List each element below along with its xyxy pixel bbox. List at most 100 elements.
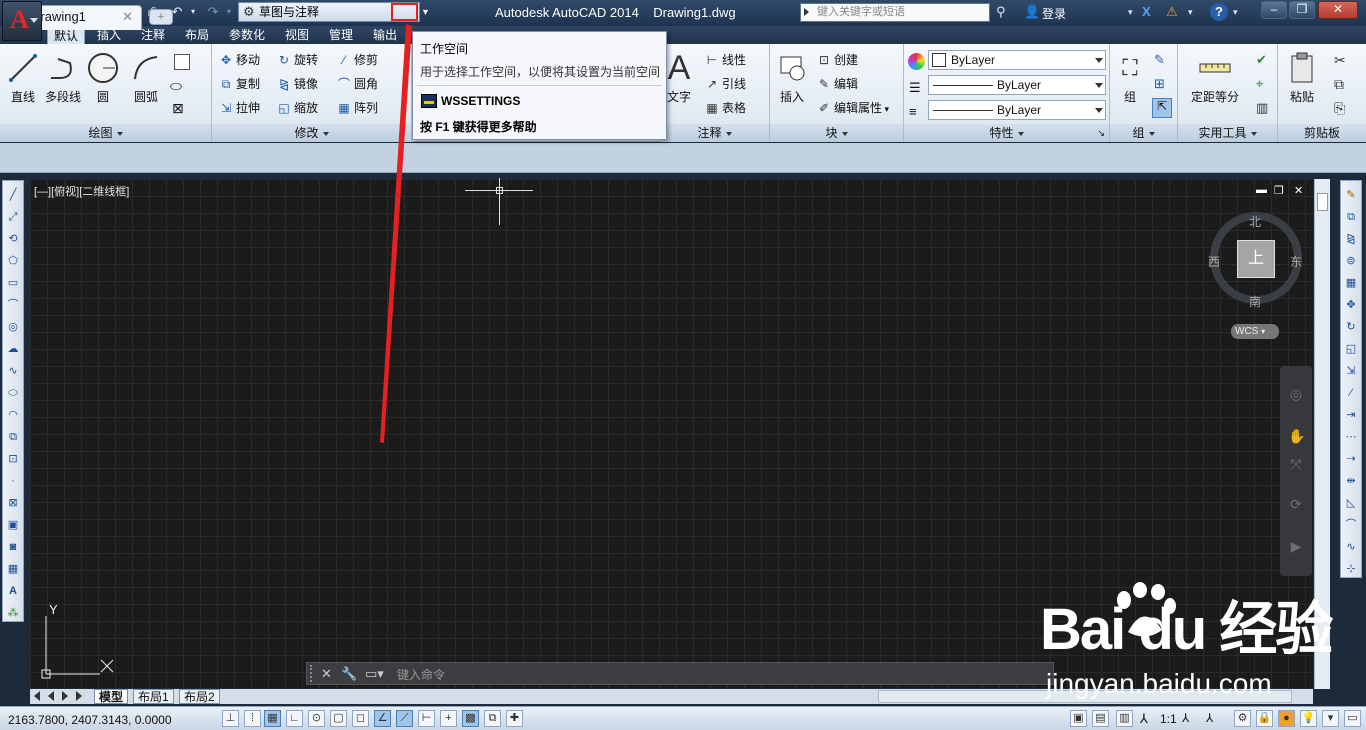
clipboard-panel-title[interactable]: 剪贴板 <box>1278 124 1366 142</box>
quick-properties-icon[interactable]: ⧉ <box>484 710 501 727</box>
text-tool-button[interactable]: A 文字 <box>662 48 696 105</box>
viewport-restore-icon[interactable]: ❐ <box>1274 184 1284 197</box>
make-block-icon[interactable]: ⊡ <box>5 451 21 467</box>
scale-tool[interactable]: ◱ 缩放 <box>276 98 318 118</box>
undo-dropdown-icon[interactable]: ▾ <box>184 4 202 20</box>
color-dropdown[interactable]: ByLayer <box>928 50 1106 70</box>
lineweight-toggle-icon[interactable]: + <box>440 710 457 727</box>
steering-wheel-icon[interactable]: ◎ <box>1288 386 1304 402</box>
exchange-icon[interactable]: X <box>1142 3 1151 21</box>
ellipse-icon[interactable]: ⬭ <box>5 385 21 401</box>
arc-tool-button[interactable]: 圆弧 <box>126 48 166 105</box>
rotate-tool[interactable]: ↻ 旋转 <box>276 50 318 70</box>
quick-access-customize-icon[interactable]: ▼ <box>421 2 433 22</box>
leader-tool[interactable]: ↗ 引线 <box>704 74 746 94</box>
tab-layout[interactable]: 布局 <box>179 27 215 44</box>
arc-icon[interactable]: ⌒ <box>5 297 21 313</box>
viewport-close-icon[interactable]: ✕ <box>1294 184 1303 197</box>
polyline-icon[interactable]: ⟲ <box>5 231 21 247</box>
polygon-icon[interactable]: ⬠ <box>5 253 21 269</box>
polyline-tool-button[interactable]: 多段线 <box>43 48 83 105</box>
tab-layout1[interactable]: 布局1 <box>133 689 174 704</box>
rectangle-icon[interactable] <box>174 54 190 70</box>
spline-icon[interactable]: ∿ <box>5 363 21 379</box>
copy-clip-icon[interactable]: ⧉ <box>1334 76 1344 93</box>
selection-cycling-icon[interactable]: ✚ <box>506 710 523 727</box>
cut-icon[interactable]: ✂ <box>1334 52 1346 69</box>
line-icon[interactable]: ╱ <box>5 187 21 203</box>
erase-icon[interactable]: ✎ <box>1343 187 1359 203</box>
copy-icon[interactable]: ⧉ <box>1343 209 1359 225</box>
status-menu-icon[interactable]: ▾ <box>1322 710 1339 727</box>
tab-output[interactable]: 输出 <box>367 27 403 44</box>
linetype-dropdown[interactable]: ByLayer <box>928 100 1106 120</box>
hatch-icon[interactable]: ⊠ <box>172 98 184 118</box>
table-tool[interactable]: ▦ 表格 <box>704 98 746 118</box>
join-icon[interactable]: ⇹ <box>1343 473 1359 489</box>
region-icon[interactable]: ◙ <box>5 539 21 555</box>
modify-panel-title[interactable]: 修改 <box>212 124 411 142</box>
array-tool[interactable]: ▦ 阵列 <box>336 98 378 118</box>
trim-tool[interactable]: ⁄ 修剪 <box>336 50 378 70</box>
prev-tab-arrow-icon[interactable] <box>48 691 54 701</box>
orbit-icon[interactable]: ⟳ <box>1288 496 1304 512</box>
extend-icon[interactable]: ⇥ <box>1343 407 1359 423</box>
ellipse-icon[interactable]: ⬭ <box>170 76 182 96</box>
line-tool-button[interactable]: 直线 <box>3 48 43 105</box>
drag-handle-icon[interactable] <box>310 665 315 682</box>
table-icon[interactable]: ▦ <box>5 561 21 577</box>
wcs-menu[interactable]: WCS ▾ <box>1231 324 1279 339</box>
move-tool[interactable]: ✥ 移动 <box>218 50 260 70</box>
array-icon[interactable]: ▦ <box>1343 275 1359 291</box>
draw-panel-title[interactable]: 绘图 <box>0 124 211 142</box>
annotation-panel-title[interactable]: 注释 <box>660 124 769 142</box>
break-icon[interactable]: ⇢ <box>1343 451 1359 467</box>
login-link[interactable]: 登录 <box>1042 5 1066 22</box>
block-panel-title[interactable]: 块 <box>770 124 903 142</box>
fillet-icon[interactable]: ⌒ <box>1343 517 1359 533</box>
properties-panel-title[interactable]: 特性 ↘ <box>904 124 1109 142</box>
scale-icon[interactable]: ◱ <box>1343 341 1359 357</box>
compass-north[interactable]: 北 <box>1249 213 1261 230</box>
lock-ui-icon[interactable]: 🔒 <box>1256 710 1273 727</box>
color-wheel-icon[interactable] <box>908 53 925 70</box>
wrench-icon[interactable]: 🔧 <box>341 666 357 682</box>
group-selection-icon[interactable]: ⇱ <box>1152 98 1172 118</box>
close-icon[interactable]: ✕ <box>321 666 332 682</box>
autodesk-360-dropdown-icon[interactable]: ▾ <box>1188 3 1193 21</box>
construction-line-icon[interactable]: ⤢ <box>5 209 21 225</box>
linear-dimension-tool[interactable]: ⊢ 线性 <box>704 50 746 70</box>
id-point-icon[interactable]: ⌖ <box>1256 76 1263 92</box>
explode-icon[interactable]: ⊹ <box>1343 561 1359 577</box>
viewcube-top-face[interactable]: 上 <box>1237 240 1275 278</box>
lineweight-icon[interactable]: ☰ <box>909 80 921 96</box>
help-icon[interactable]: ? <box>1210 3 1228 21</box>
stretch-icon[interactable]: ⇲ <box>1343 363 1359 379</box>
ortho-mode-icon[interactable]: ∟ <box>286 710 303 727</box>
login-dropdown-icon[interactable]: ▾ <box>1128 3 1133 21</box>
copy-tool[interactable]: ⧉ 复制 <box>218 74 260 94</box>
last-tab-arrow-icon[interactable] <box>76 691 82 701</box>
annotation-scale[interactable]: 1:1 <box>1160 712 1177 726</box>
insert-block-icon[interactable]: ⧉ <box>5 429 21 445</box>
tab-manage[interactable]: 管理 <box>323 27 359 44</box>
calculator-icon[interactable]: ▥ <box>1256 100 1268 116</box>
new-tab-button[interactable]: + <box>149 9 173 25</box>
redo-dropdown-icon[interactable]: ▾ <box>220 4 238 20</box>
infer-constraints-icon[interactable]: ⊥ <box>222 710 239 727</box>
compass-east[interactable]: 东 <box>1290 253 1302 270</box>
compass-south[interactable]: 南 <box>1249 293 1261 310</box>
gradient-icon[interactable]: ▣ <box>5 517 21 533</box>
fillet-tool[interactable]: ⌒ 圆角 <box>336 74 378 94</box>
multiline-text-icon[interactable]: A <box>5 583 21 599</box>
grid-display-icon[interactable]: ▦ <box>264 710 281 727</box>
workspace-switching-icon[interactable]: ⚙ <box>1234 710 1251 727</box>
coordinate-readout[interactable]: 2163.7800, 2407.3143, 0.0000 <box>8 713 172 727</box>
utilities-panel-title[interactable]: 实用工具 <box>1178 124 1277 142</box>
close-button[interactable]: ✕ <box>1318 1 1358 19</box>
annotation-scale-icon[interactable]: ⅄ <box>1140 711 1148 727</box>
measure-button[interactable]: 定距等分 <box>1182 48 1248 105</box>
lineweight-dropdown[interactable]: ByLayer <box>928 75 1106 95</box>
showmotion-icon[interactable]: ▶ <box>1288 538 1304 554</box>
command-prompt-icon[interactable]: ▭▾ <box>365 666 384 682</box>
